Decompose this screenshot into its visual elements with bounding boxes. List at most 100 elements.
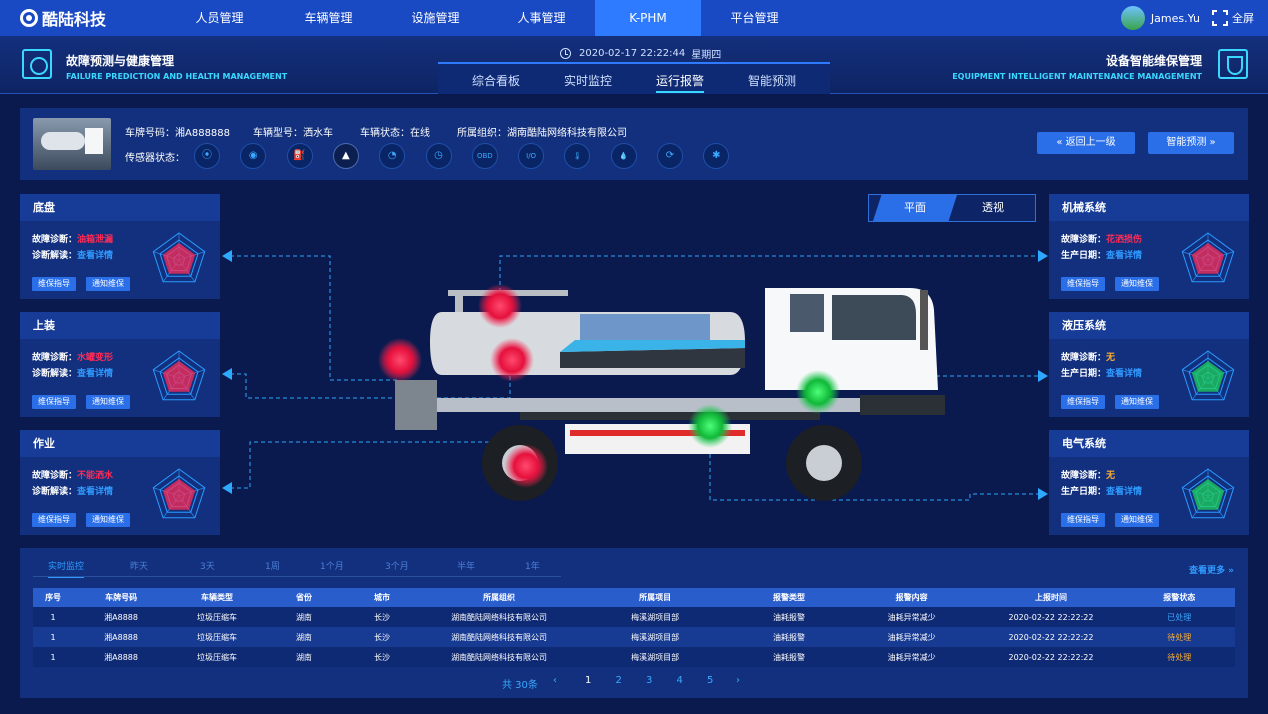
- notify-maintenance-button[interactable]: 通知维保: [1115, 277, 1159, 291]
- column-header[interactable]: 所属组织: [421, 588, 578, 607]
- nav-item-hr[interactable]: 人事管理: [499, 0, 584, 36]
- diagnosis-row: 故障诊断：无: [1061, 471, 1116, 481]
- notify-maintenance-button[interactable]: 通知维保: [1115, 513, 1159, 527]
- alarm-status[interactable]: 待处理: [1123, 627, 1235, 647]
- datetime-value: 2020-02-17 22:22:44: [579, 48, 686, 59]
- ok-dot: [796, 370, 840, 414]
- maintenance-guide-button[interactable]: 维保指导: [32, 277, 76, 291]
- maintenance-guide-button[interactable]: 维保指导: [1061, 395, 1105, 409]
- pager-total: 共 30条: [502, 680, 538, 691]
- timer-icon[interactable]: ◷: [425, 143, 452, 169]
- fullscreen-icon[interactable]: [1212, 10, 1228, 26]
- column-header[interactable]: 车辆类型: [169, 588, 265, 607]
- tab-overview[interactable]: 综合看板: [472, 72, 520, 89]
- notify-maintenance-button[interactable]: 通知维保: [1115, 395, 1159, 409]
- page-number[interactable]: 3: [646, 675, 652, 686]
- table-cell: 油耗报警: [733, 647, 845, 667]
- right-title-en: EQUIPMENT INTELLIGENT MAINTENANCE MANAGE…: [952, 72, 1202, 81]
- table-row[interactable]: 1 湘A8888 垃圾压缩车 湖南 长沙 湖南酷陆网络科技有限公司 梅溪湖项目部 油耗报警 油耗…: [33, 647, 1235, 667]
- radar-chart: [152, 232, 206, 283]
- table-cell: 1: [33, 627, 74, 647]
- pager-next[interactable]: ›: [736, 675, 740, 686]
- range-tab[interactable]: 1年: [525, 559, 540, 572]
- view-more-link[interactable]: 查看更多 »: [1189, 563, 1234, 576]
- tab-realtime[interactable]: 实时监控: [564, 72, 612, 89]
- tab-prediction[interactable]: 智能预测: [748, 72, 796, 89]
- column-header[interactable]: 报警内容: [844, 588, 979, 607]
- panel-left-1: 上装 故障诊断：水罐变形 诊断解读：查看详情 维保指导 通知维保: [20, 312, 220, 417]
- maintenance-guide-button[interactable]: 维保指导: [1061, 277, 1105, 291]
- back-button[interactable]: « 返回上一级: [1037, 132, 1135, 154]
- range-tab[interactable]: 1个月: [320, 559, 344, 572]
- details-link[interactable]: 查看详情: [77, 251, 113, 261]
- alarm-icon[interactable]: ▲: [332, 143, 359, 169]
- column-header[interactable]: 上报时间: [978, 588, 1124, 607]
- details-link[interactable]: 查看详情: [77, 487, 113, 497]
- notify-maintenance-button[interactable]: 通知维保: [86, 277, 130, 291]
- table-row[interactable]: 1 湘A8888 垃圾压缩车 湖南 长沙 湖南酷陆网络科技有限公司 梅溪湖项目部 油耗报警 油耗…: [33, 607, 1235, 627]
- table-cell: 长沙: [342, 647, 422, 667]
- nav-item-platform[interactable]: 平台管理: [712, 0, 797, 36]
- range-tab[interactable]: 1周: [265, 559, 280, 572]
- maintenance-guide-button[interactable]: 维保指导: [32, 513, 76, 527]
- column-header[interactable]: 车牌号码: [73, 588, 170, 607]
- table-cell: 油耗报警: [733, 627, 845, 647]
- table-cell: 长沙: [342, 607, 422, 627]
- predict-button[interactable]: 智能预测 »: [1148, 132, 1234, 154]
- column-header[interactable]: 序号: [33, 588, 74, 607]
- column-header[interactable]: 城市: [342, 588, 422, 607]
- gauge-icon[interactable]: ◔: [379, 143, 406, 169]
- obd-icon[interactable]: OBD: [471, 143, 498, 169]
- range-tab[interactable]: 3天: [200, 559, 215, 572]
- details-link[interactable]: 查看详情: [1106, 369, 1142, 379]
- brand-logo[interactable]: 酷陆科技: [20, 8, 106, 29]
- radar-chart: [152, 468, 206, 519]
- nav-item-kphm[interactable]: K-PHM: [595, 0, 701, 36]
- range-tab[interactable]: 昨天: [130, 559, 148, 572]
- view-perspective-button[interactable]: 透视: [951, 195, 1035, 221]
- details-link[interactable]: 查看详情: [77, 369, 113, 379]
- camera-icon[interactable]: ◉: [240, 143, 267, 169]
- fuel-icon[interactable]: ⛽: [286, 143, 313, 169]
- pager-prev[interactable]: ‹: [553, 675, 557, 686]
- sync-icon[interactable]: ⟳: [657, 143, 683, 169]
- table-row[interactable]: 1 湘A8888 垃圾压缩车 湖南 长沙 湖南酷陆网络科技有限公司 梅溪湖项目部 油耗报警 油耗…: [33, 627, 1235, 647]
- page-number[interactable]: 5: [707, 675, 713, 686]
- details-link[interactable]: 查看详情: [1106, 251, 1142, 261]
- view-plane-button[interactable]: 平面: [873, 195, 957, 221]
- fan-icon[interactable]: ✱: [703, 143, 730, 169]
- column-header[interactable]: 报警状态: [1123, 588, 1235, 607]
- page-number[interactable]: 1: [585, 675, 591, 686]
- fault-dot: [504, 444, 548, 488]
- tab-alarms[interactable]: 运行报警: [656, 72, 705, 93]
- nav-item-facilities[interactable]: 设施管理: [393, 0, 478, 36]
- fullscreen-label[interactable]: 全屏: [1232, 10, 1254, 26]
- nav-item-vehicles[interactable]: 车辆管理: [286, 0, 371, 36]
- alarm-status[interactable]: 已处理: [1123, 607, 1235, 627]
- table-cell: 梅溪湖项目部: [577, 607, 734, 627]
- page-number[interactable]: 2: [616, 675, 622, 686]
- alarm-status[interactable]: 待处理: [1123, 647, 1235, 667]
- range-tab[interactable]: 3个月: [385, 559, 409, 572]
- nav-item-personnel[interactable]: 人员管理: [177, 0, 262, 36]
- column-header[interactable]: 省份: [264, 588, 343, 607]
- table-cell: 湖南: [264, 627, 343, 647]
- thermometer-icon[interactable]: 🌡: [564, 143, 591, 169]
- water-drop-icon[interactable]: 💧: [610, 143, 637, 169]
- io-icon[interactable]: I/O: [518, 143, 545, 169]
- range-tab[interactable]: 半年: [457, 559, 475, 572]
- maintenance-guide-button[interactable]: 维保指导: [32, 395, 76, 409]
- org-info: 所属组织：湖南酷陆网络科技有限公司: [457, 128, 627, 139]
- user-name[interactable]: James.Yu: [1151, 12, 1200, 25]
- truck-body: [395, 288, 945, 501]
- maintenance-guide-button[interactable]: 维保指导: [1061, 513, 1105, 527]
- details-link[interactable]: 查看详情: [1106, 487, 1142, 497]
- location-icon[interactable]: ⦿: [194, 143, 220, 169]
- notify-maintenance-button[interactable]: 通知维保: [86, 513, 130, 527]
- column-header[interactable]: 所属项目: [577, 588, 734, 607]
- avatar[interactable]: [1120, 6, 1145, 30]
- column-header[interactable]: 报警类型: [733, 588, 845, 607]
- weekday: 星期四: [691, 50, 722, 61]
- notify-maintenance-button[interactable]: 通知维保: [86, 395, 130, 409]
- page-number[interactable]: 4: [677, 675, 683, 686]
